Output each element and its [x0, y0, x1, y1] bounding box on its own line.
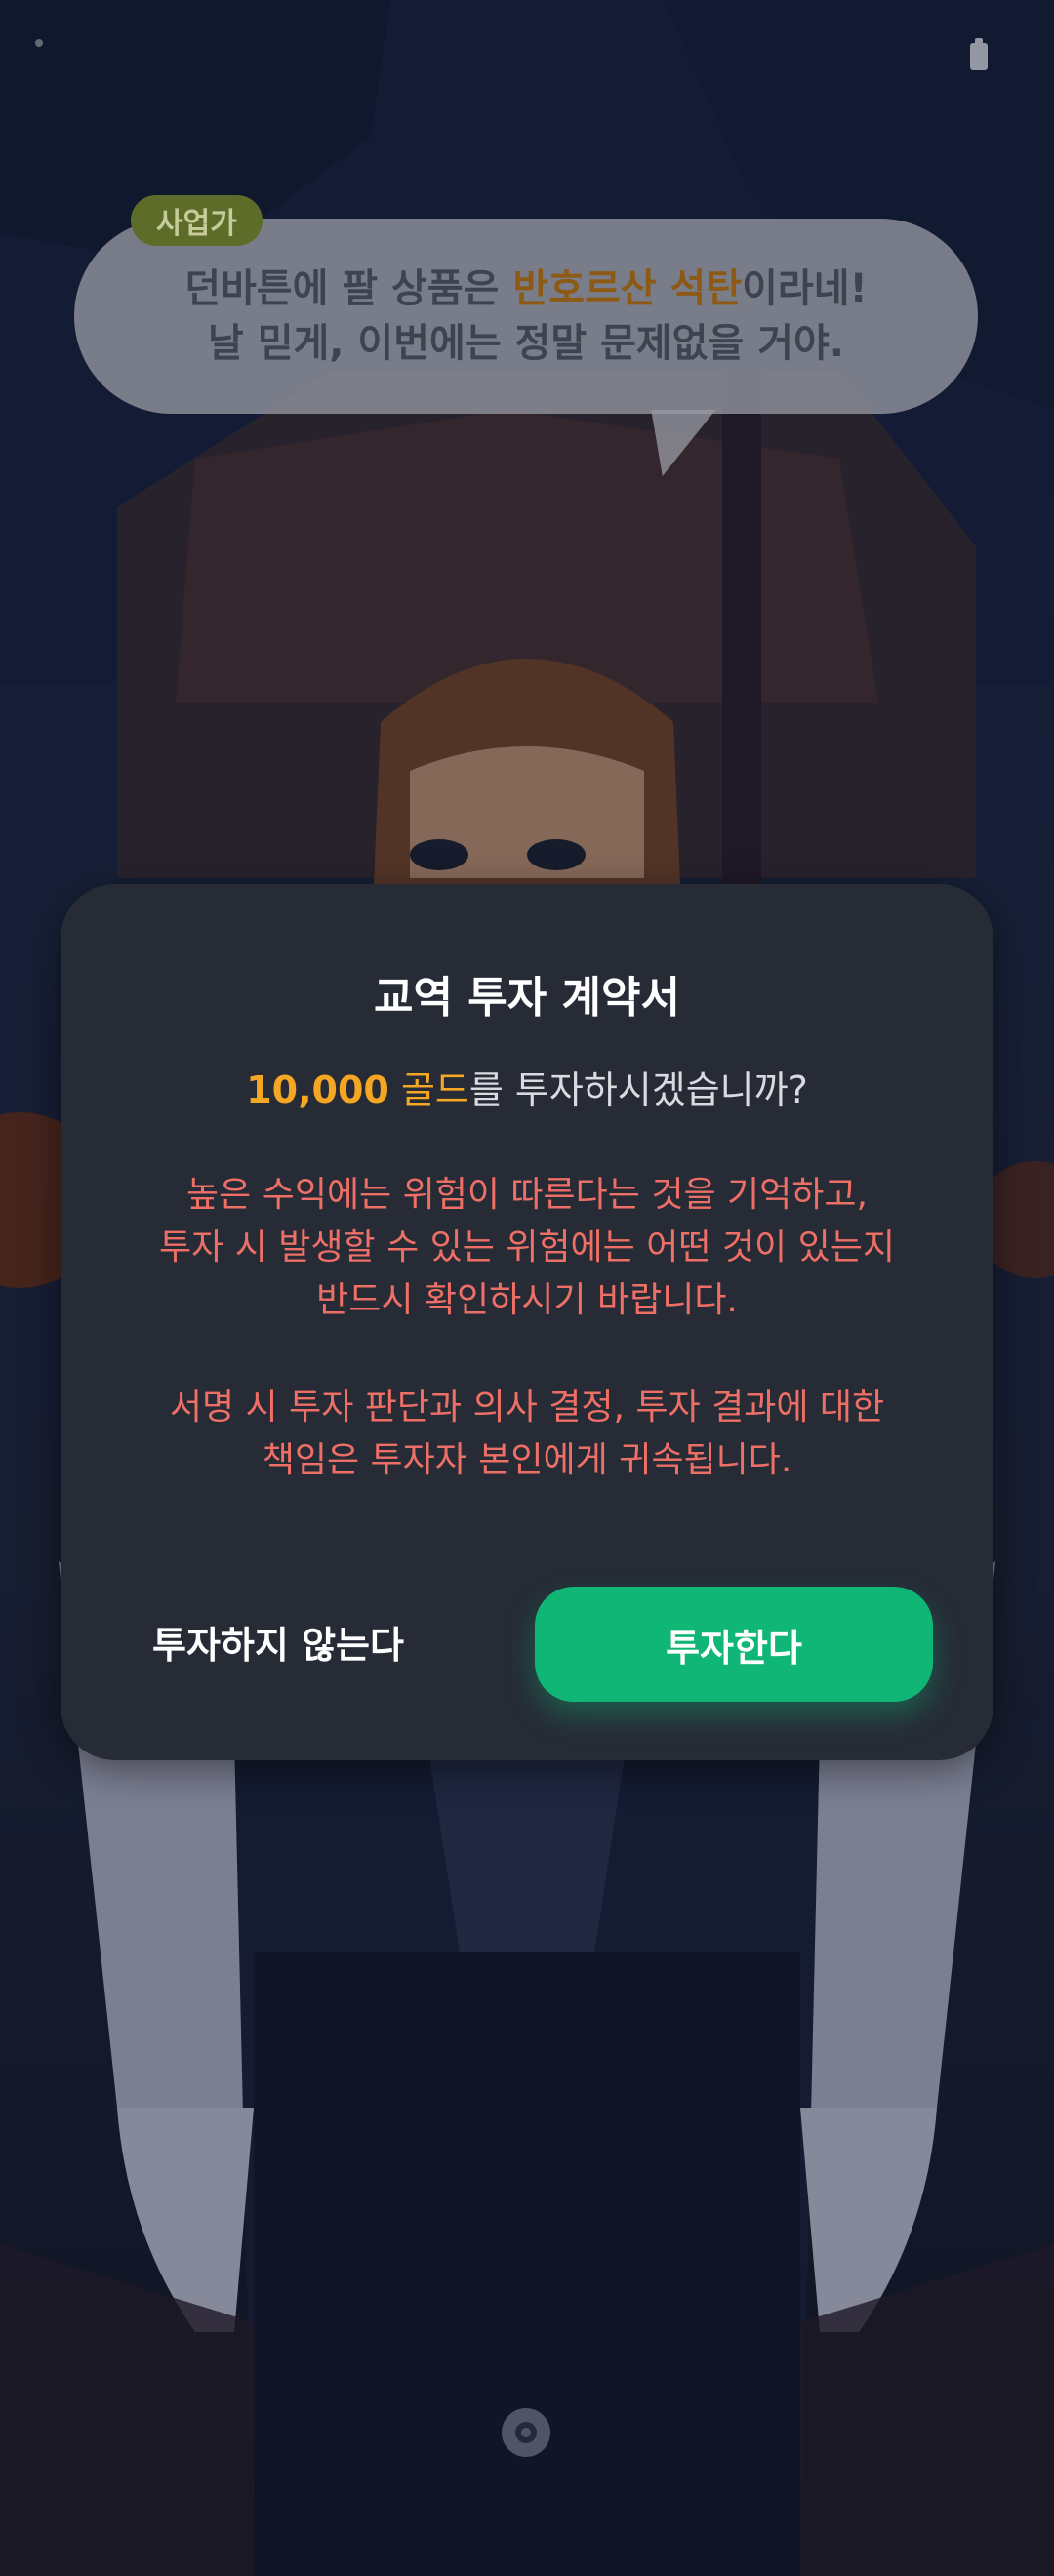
responsibility-notice-line: 서명 시 투자 판단과 의사 결정, 투자 결과에 대한	[169, 1388, 885, 1428]
responsibility-notice: 서명 시 투자 판단과 의사 결정, 투자 결과에 대한 책임은 투자자 본인에…	[90, 1382, 964, 1487]
responsibility-notice-line: 책임은 투자자 본인에게 귀속됩니다.	[262, 1440, 792, 1480]
dialogue-line-2: 날 믿게, 이번에는 정말 문제없을 거야.	[207, 321, 845, 366]
risk-warning-line: 반드시 확인하시기 바랍니다.	[316, 1280, 738, 1320]
gold-amount: 10,000	[246, 1068, 389, 1111]
risk-warning: 높은 수익에는 위험이 따른다는 것을 기억하고, 투자 시 발생할 수 있는 …	[90, 1169, 964, 1327]
investment-question: 10,000 골드를 투자하시겠습니까?	[61, 1060, 993, 1113]
risk-warning-line: 높은 수익에는 위험이 따른다는 것을 기억하고,	[186, 1175, 868, 1215]
investment-contract-dialog: 교역 투자 계약서 10,000 골드를 투자하시겠습니까? 높은 수익에는 위…	[61, 884, 993, 1760]
app-logo-icon	[502, 2408, 550, 2457]
decline-investment-button[interactable]: 투자하지 않는다	[119, 1587, 437, 1696]
app-logo-inner	[515, 2422, 537, 2443]
dialogue-highlight: 반호르산 석탄	[512, 266, 743, 311]
status-indicator-dot	[35, 39, 43, 47]
dialog-title: 교역 투자 계약서	[374, 973, 680, 1023]
battery-icon	[970, 38, 988, 70]
risk-warning-line: 투자 시 발생할 수 있는 위험에는 어떤 것이 있는지	[159, 1228, 895, 1268]
question-text: 를 투자하시겠습니까?	[468, 1068, 808, 1111]
gold-unit: 골드	[388, 1068, 469, 1111]
accept-investment-button[interactable]: 투자한다	[535, 1587, 933, 1702]
speech-bubble: 던바튼에 팔 상품은 반호르산 석탄이라네! 날 믿게, 이번에는 정말 문제없…	[74, 219, 978, 414]
dialogue-line-1: 던바튼에 팔 상품은 반호르산 석탄이라네!	[184, 266, 868, 311]
speaker-name-tag: 사업가	[131, 195, 263, 246]
